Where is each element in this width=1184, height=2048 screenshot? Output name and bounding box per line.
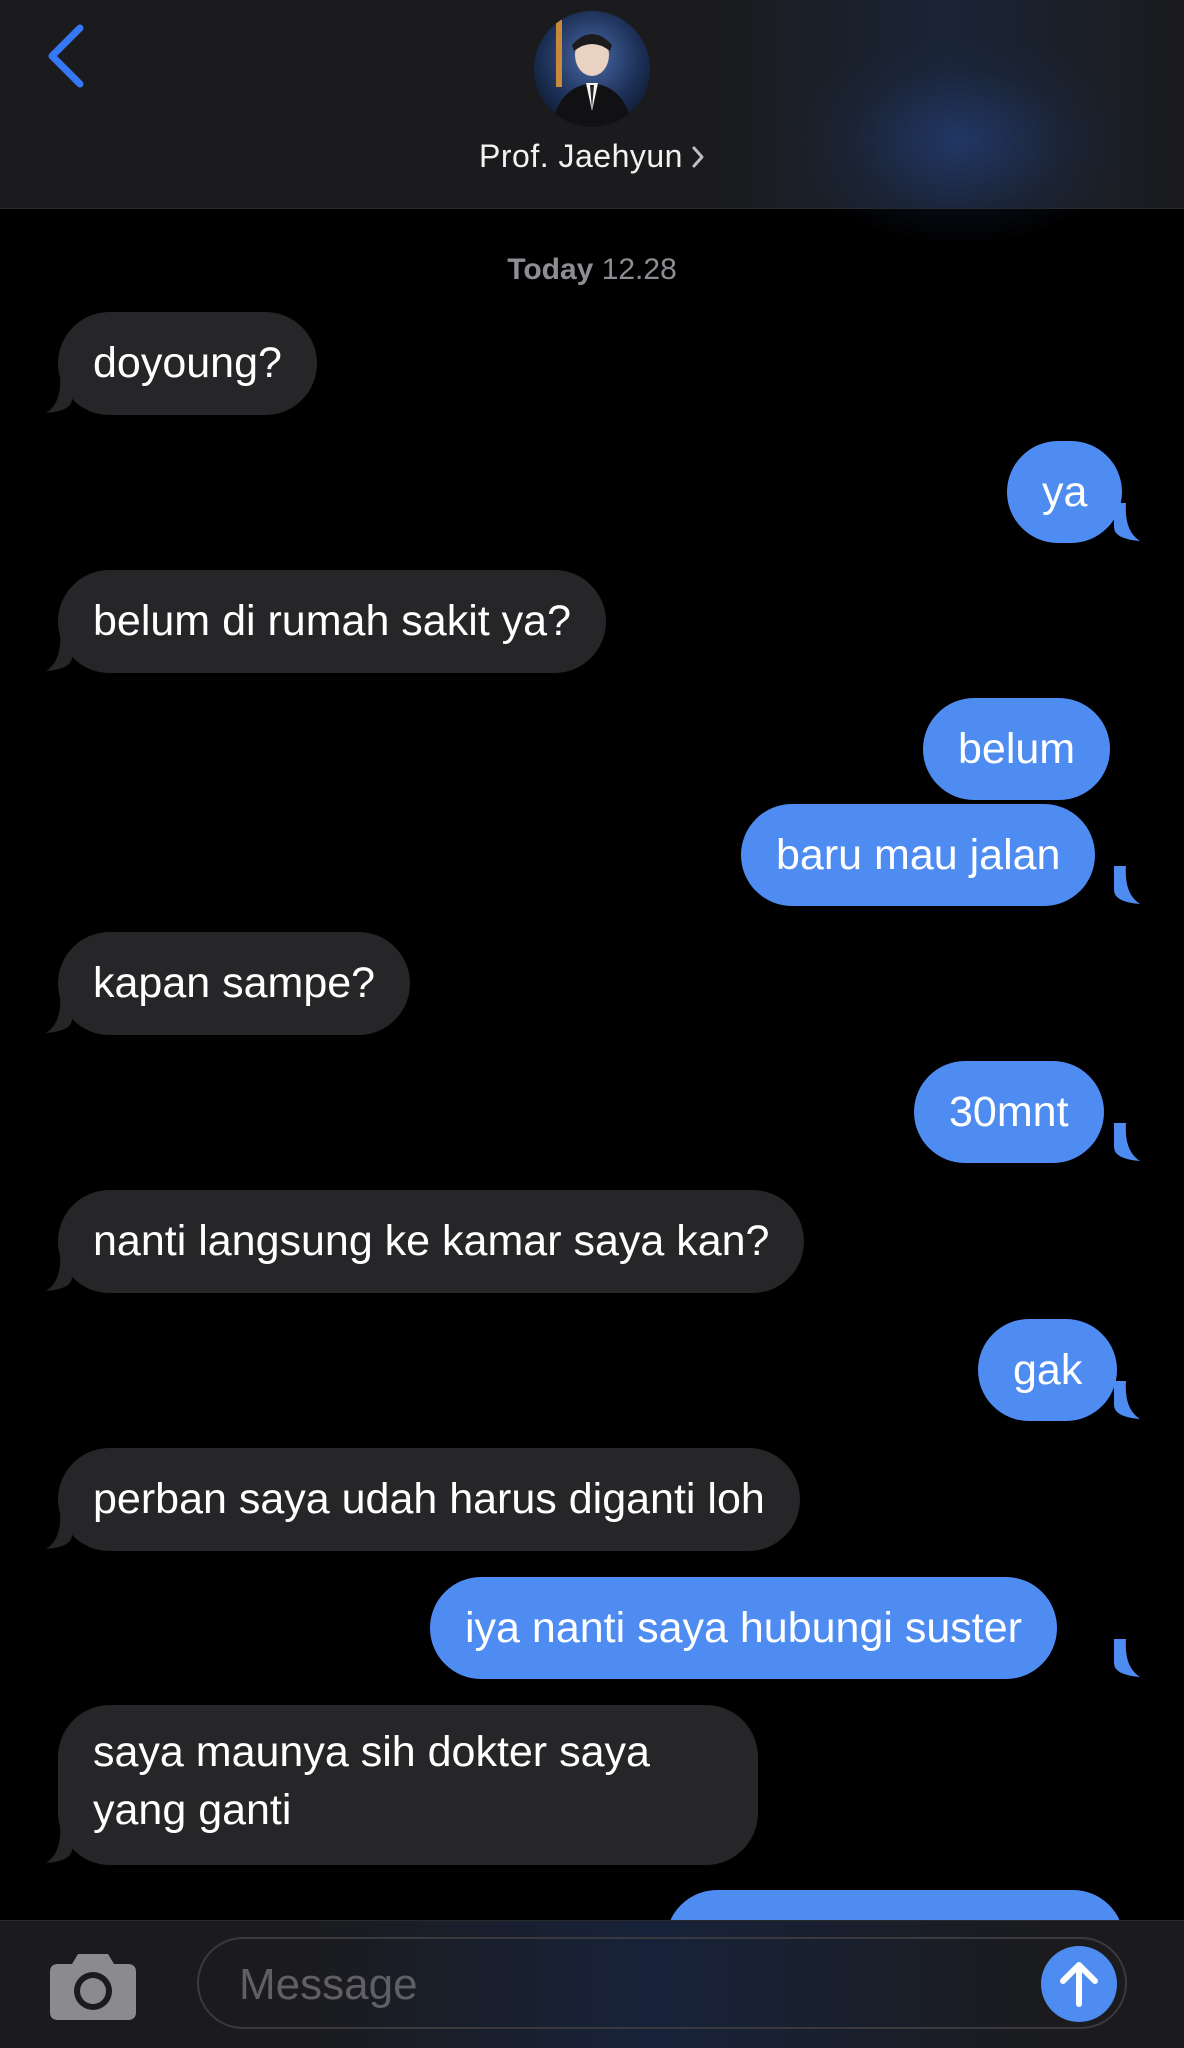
message-text: belum di rumah sakit ya? [93,597,571,645]
message-bubble-incoming[interactable]: belum di rumah sakit ya? [58,570,606,673]
message-text: kapan sampe? [93,959,376,1007]
contact-name-button[interactable]: Prof. Jaehyun [0,138,1184,175]
camera-icon [50,1954,136,2020]
bubble-tail [1114,1381,1140,1419]
message-bubble-incoming[interactable]: saya maunya sih dokter saya yang ganti [58,1705,758,1865]
bubble-tail [46,1511,72,1549]
bubble-tail [46,1253,72,1291]
chevron-right-icon [692,146,704,168]
bubble-tail [46,375,72,413]
messages-screen: Prof. Jaehyun Today 12.28 doyoung? ya be… [0,0,1184,2048]
message-input[interactable] [237,1957,1021,2013]
message-text: saya maunya sih dokter saya yang ganti [93,1728,650,1834]
message-text: baru mau jalan [776,831,1061,879]
message-text: ya [1042,468,1088,516]
message-bubble-incoming[interactable]: doyoung? [58,312,317,415]
message-input-field[interactable] [197,1937,1127,2029]
timestamp-day: Today [507,253,594,286]
bubble-tail [46,1825,72,1863]
arrow-up-icon [1060,1962,1098,2007]
bubble-tail [1114,866,1140,904]
message-bubble-outgoing[interactable]: gak [978,1319,1118,1421]
message-text: iya nanti saya hubungi suster [465,1604,1022,1652]
message-text: 30mnt [949,1088,1069,1136]
message-text: doyoung? [93,339,282,387]
message-bubble-outgoing[interactable]: baru mau jalan [741,804,1096,906]
message-bubble-incoming[interactable]: perban saya udah harus diganti loh [58,1448,800,1551]
message-text: perban saya udah harus diganti loh [93,1475,765,1523]
message-text: gak [1013,1346,1083,1394]
message-bubble-outgoing[interactable]: belum [923,698,1111,800]
message-text: nanti langsung ke kamar saya kan? [93,1217,770,1265]
bubble-tail [46,995,72,1033]
bubble-tail [1114,1123,1140,1161]
back-button[interactable] [40,20,100,100]
message-bubble-outgoing[interactable]: iya nanti saya hubungi suster [430,1577,1057,1679]
message-bubble-incoming[interactable]: kapan sampe? [58,932,411,1035]
message-text: belum [958,725,1076,773]
contact-name: Prof. Jaehyun [479,138,683,174]
message-bubble-incoming[interactable]: nanti langsung ke kamar saya kan? [58,1190,805,1293]
timestamp-time: 12.28 [601,253,677,286]
send-button[interactable] [1041,1946,1117,2022]
chevron-left-icon [48,24,84,88]
contact-avatar[interactable] [534,11,650,127]
message-bubble-outgoing[interactable]: 30mnt [914,1061,1104,1163]
camera-button[interactable] [48,1948,138,2022]
conversation-timestamp: Today 12.28 [0,253,1184,287]
bubble-tail [1114,1639,1140,1677]
bubble-tail [1114,503,1140,541]
bubble-tail [46,633,72,671]
